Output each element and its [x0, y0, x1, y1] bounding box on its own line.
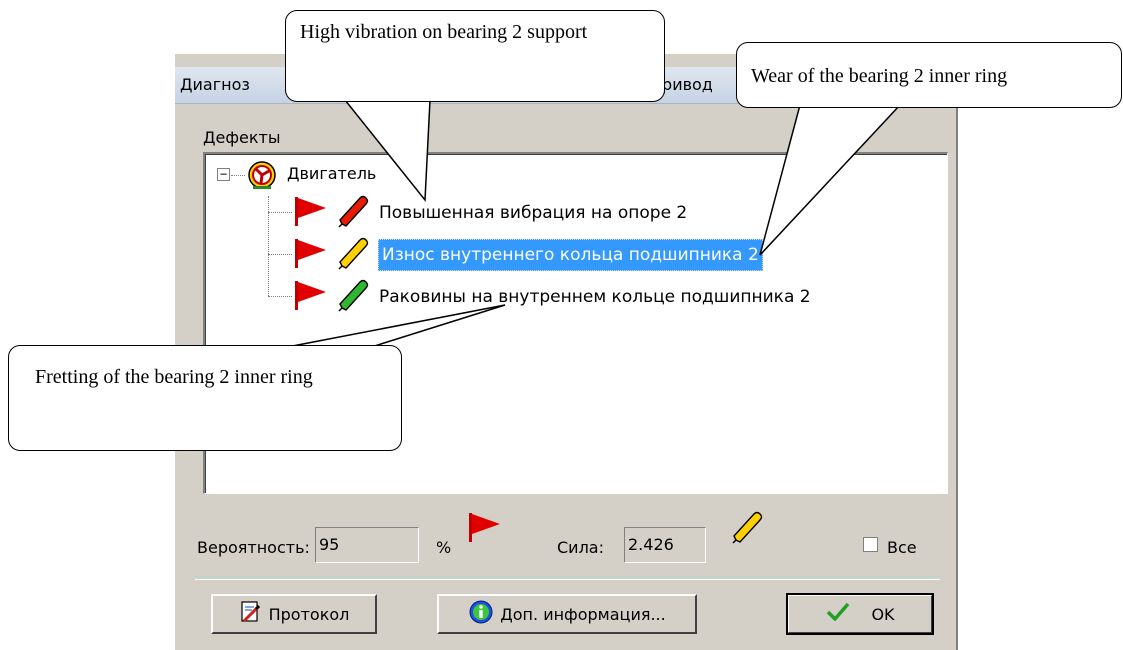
callout-vibration: High vibration on bearing 2 support: [285, 10, 665, 102]
callout-fretting: Fretting of the bearing 2 inner ring: [8, 345, 402, 451]
callout-wear: Wear of the bearing 2 inner ring: [736, 42, 1122, 108]
